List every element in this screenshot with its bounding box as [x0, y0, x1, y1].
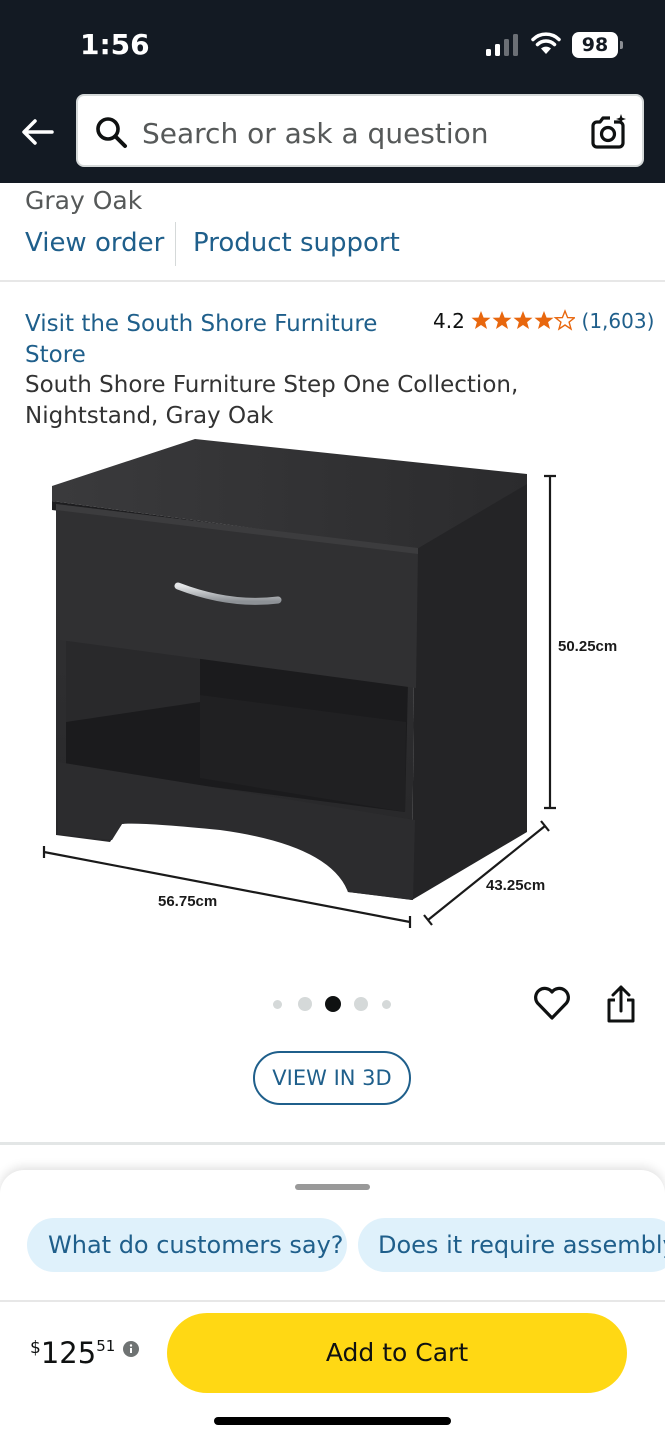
question-chip[interactable]: Does it require assembly [358, 1218, 665, 1272]
depth-dimension-label: 43.25cm [486, 877, 545, 894]
search-placeholder: Search or ask a question [142, 117, 489, 150]
wifi-icon [531, 32, 561, 54]
review-count: (1,603) [581, 309, 655, 333]
header: 1:56 98 Search or ask a question [0, 0, 665, 183]
heart-icon[interactable] [532, 984, 572, 1022]
width-dimension-label: 56.75cm [158, 893, 217, 910]
battery-indicator: 98 [572, 32, 623, 58]
carousel-dot[interactable] [382, 1000, 391, 1009]
search-icon [96, 117, 127, 148]
star-rating-icon [471, 310, 576, 330]
price-fraction: 51 [96, 1337, 116, 1355]
question-chip[interactable]: What do customers say? [27, 1218, 347, 1272]
divider [0, 280, 665, 282]
order-links: View order Product support [0, 222, 665, 266]
carousel-dot-active[interactable] [325, 996, 341, 1012]
image-carousel-dots[interactable] [270, 994, 400, 1014]
carousel-dot[interactable] [298, 997, 312, 1011]
view-order-link[interactable]: View order [25, 228, 164, 258]
price: $12551 [30, 1336, 115, 1370]
carousel-dot[interactable] [354, 997, 368, 1011]
status-time: 1:56 [80, 28, 150, 61]
camera-icon[interactable] [588, 113, 628, 151]
link-divider [175, 222, 176, 266]
carousel-dot[interactable] [273, 1000, 282, 1009]
home-indicator[interactable] [214, 1417, 451, 1425]
store-link[interactable]: Visit the South Shore Furniture Store [25, 309, 405, 371]
add-to-cart-button[interactable]: Add to Cart [167, 1313, 627, 1393]
share-icon[interactable] [604, 984, 638, 1024]
cellular-signal-icon [486, 34, 518, 56]
bottom-sheet: What do customers say? Does it require a… [0, 1170, 665, 1440]
price-currency: $ [30, 1338, 41, 1358]
product-support-link[interactable]: Product support [193, 228, 400, 258]
back-arrow-icon[interactable] [18, 112, 58, 152]
rating-value: 4.2 [433, 309, 465, 333]
divider [0, 1300, 665, 1302]
product-image[interactable]: 50.25cm 56.75cm 43.25cm [30, 430, 640, 940]
divider [0, 1142, 665, 1145]
height-dimension-label: 50.25cm [558, 638, 617, 655]
rating[interactable]: 4.2 (1,603) [433, 309, 654, 333]
info-icon[interactable] [123, 1341, 139, 1357]
price-whole: 125 [40, 1336, 97, 1370]
search-input[interactable]: Search or ask a question [76, 94, 644, 167]
sheet-grabber-handle[interactable] [295, 1184, 370, 1190]
order-variant: Gray Oak [25, 186, 143, 215]
product-title: South Shore Furniture Step One Collectio… [25, 372, 519, 429]
view-in-3d-button[interactable]: VIEW IN 3D [253, 1051, 411, 1105]
